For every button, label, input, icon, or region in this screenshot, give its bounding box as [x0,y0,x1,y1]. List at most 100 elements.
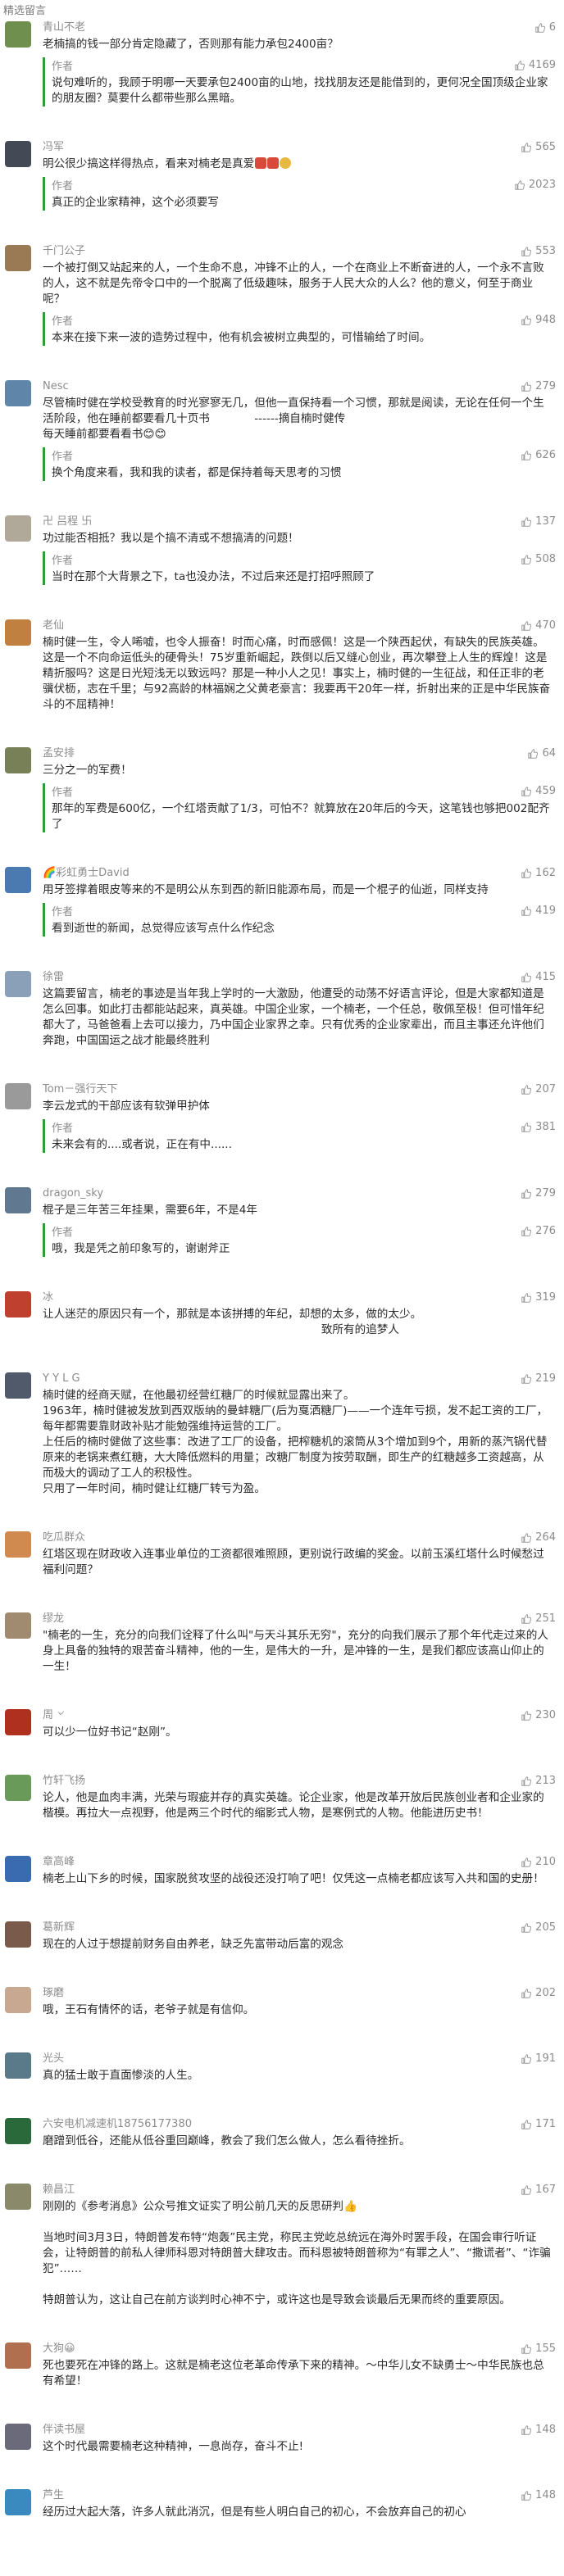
like-button[interactable]: 148 [521,2422,556,2438]
comment-item: Nesc 279 尽管楠时健在学校受教育的时光寥寥无几，但他一直保持看一个习惯，那就… [0,379,564,481]
comment-item: 葛新辉 205 现在的人过于想提前财务自由养老，缺乏先富带动后富的观念 [0,1920,564,1952]
like-button[interactable]: 64 [527,746,556,762]
thumbs-up-icon [521,1189,532,1199]
like-button[interactable]: 167 [521,2182,556,2198]
avatar[interactable] [5,1531,31,1558]
avatar[interactable] [5,245,31,271]
avatar[interactable] [5,1372,31,1399]
like-button[interactable]: 210 [521,1854,556,1871]
like-count: 210 [535,1856,556,1868]
avatar[interactable] [5,1921,31,1948]
thumbs-up-icon [521,1614,532,1624]
comment-item: 卍 吕程 卐 137 功过能否相抵？我以是个搞不清或不想搞清的问题！ 作者 508 当时在… [0,514,564,585]
avatar[interactable] [5,2489,31,2515]
comment-text: 刚刚的《参考消息》公众号推文证实了明公前几天的反思研判👍 当地时间3月3日，特朗… [43,2200,551,2306]
commenter-name: 卍 吕程 卐 [43,515,93,528]
reply-text: 说句难听的，我顾于明哪一天要承包2400亩的山地，找找朋友还是能借到的，更何况全… [52,76,548,105]
comment-item: 大狗😀 155 死也要死在冲锋的路上。这就是楠老这位老革命传承下来的精神。～中华儿女… [0,2341,564,2389]
like-count: 137 [535,515,556,528]
commenter-name: 竹轩飞扬 [43,1775,86,1787]
reply-like-button[interactable]: 948 [521,312,556,329]
avatar[interactable] [5,1775,31,1801]
avatar[interactable] [5,2424,31,2450]
like-button[interactable]: 415 [521,969,556,986]
reply-text: 当时在那个大背景之下，ta也没办法，不过后来还是打招呼照顾了 [52,570,375,583]
like-button[interactable]: 279 [521,379,556,395]
like-button[interactable]: 207 [521,1082,556,1098]
avatar[interactable] [5,971,31,997]
author-tag: 作者 [52,555,74,567]
like-button[interactable]: 171 [521,2116,556,2133]
like-button[interactable]: 205 [521,1920,556,1936]
like-button[interactable]: 6 [534,20,556,36]
like-button[interactable]: 191 [521,2051,556,2067]
like-count: 213 [535,1775,556,1787]
commenter-name: 大狗😀 [43,2342,75,2355]
avatar[interactable] [5,1187,31,1213]
like-button[interactable]: 155 [521,2341,556,2357]
comment-text: 尽管楠时健在学校受教育的时光寥寥无几，但他一直保持看一个习惯，那就是阅读，无论在… [43,397,544,441]
author-tag: 作者 [52,315,74,328]
comment-item: 老仙 470 楠时健一生，令人唏嘘，也令人振奋！时而心痛，时而感佩！这是一个陕西起伏… [0,618,564,713]
avatar[interactable] [5,380,31,406]
like-button[interactable]: 264 [521,1530,556,1546]
like-button[interactable]: 219 [521,1371,556,1387]
avatar[interactable] [5,2184,31,2210]
avatar[interactable] [5,2118,31,2144]
reply-like-button[interactable]: 4169 [514,57,556,74]
like-button[interactable]: 202 [521,1985,556,2002]
reply-like-button[interactable]: 626 [521,447,556,464]
comment-text: 这篇要留言，楠老的事迹是当年我上学时的一大激励，他遭受的动荡不好语言评论，但是大… [43,987,544,1047]
reply-like-count: 276 [535,1225,556,1237]
like-count: 191 [535,2052,556,2065]
like-button[interactable]: 148 [521,2488,556,2504]
avatar[interactable] [5,515,31,542]
reply-like-button[interactable]: 508 [521,551,556,568]
like-button[interactable]: 137 [521,514,556,530]
comment-text: 这个时代最需要楠老这种精神，一息尚存，奋斗不止! [43,2440,304,2453]
avatar[interactable] [5,2052,31,2079]
author-tag: 作者 [52,180,74,193]
reply-like-count: 2023 [528,179,556,191]
commenter-name: 徐雷 [43,971,65,983]
reply-like-button[interactable]: 459 [521,783,556,800]
reply-like-button[interactable]: 381 [521,1119,556,1136]
comment-text: 让人迷茫的原因只有一个，那就是本该拼搏的年纪，却想的太多，做的太少。 致所有的追… [43,1308,422,1336]
thumbs-up-icon [521,1857,532,1867]
thumbs-up-icon [521,1533,532,1543]
like-button[interactable]: 279 [521,1186,556,1202]
avatar[interactable] [5,619,31,646]
avatar[interactable] [5,1612,31,1639]
comment-text: 三分之一的军费！ [43,764,132,777]
reply-like-button[interactable]: 2023 [514,177,556,193]
like-count: 553 [535,245,556,257]
like-button[interactable]: 213 [521,1773,556,1789]
author-reply: 作者 4169 说句难听的，我顾于明哪一天要承包2400亩的山地，找找朋友还是能借到… [43,57,556,107]
like-count: 155 [535,2342,556,2355]
like-count: 148 [535,2489,556,2501]
like-button[interactable]: 553 [521,243,556,260]
avatar[interactable] [5,1291,31,1317]
like-button[interactable]: 251 [521,1611,556,1627]
author-tag: 作者 [52,1227,74,1239]
avatar[interactable] [5,1987,31,2013]
author-reply: 作者 381 未来会有的....或者说，正在有中...... [43,1119,556,1153]
avatar[interactable] [5,867,31,893]
avatar[interactable] [5,141,31,167]
avatar[interactable] [5,747,31,773]
avatar[interactable] [5,2342,31,2369]
avatar[interactable] [5,21,31,48]
like-count: 167 [535,2184,556,2196]
like-button[interactable]: 319 [521,1290,556,1306]
avatar[interactable] [5,1856,31,1882]
like-button[interactable]: 565 [521,139,556,156]
reply-like-button[interactable]: 419 [521,903,556,919]
avatar[interactable] [5,1709,31,1735]
comment-item: 章高峰 210 楠老上山下乡的时候，国家脱贫攻坚的战役还没打响了吧！仅凭这一点楠老都… [0,1854,564,1887]
like-button[interactable]: 162 [521,865,556,882]
reply-like-button[interactable]: 276 [521,1223,556,1240]
avatar[interactable] [5,1083,31,1109]
like-button[interactable]: 230 [521,1708,556,1724]
commenter-name: 吃瓜群众 [43,1531,86,1544]
like-button[interactable]: 470 [521,618,556,634]
